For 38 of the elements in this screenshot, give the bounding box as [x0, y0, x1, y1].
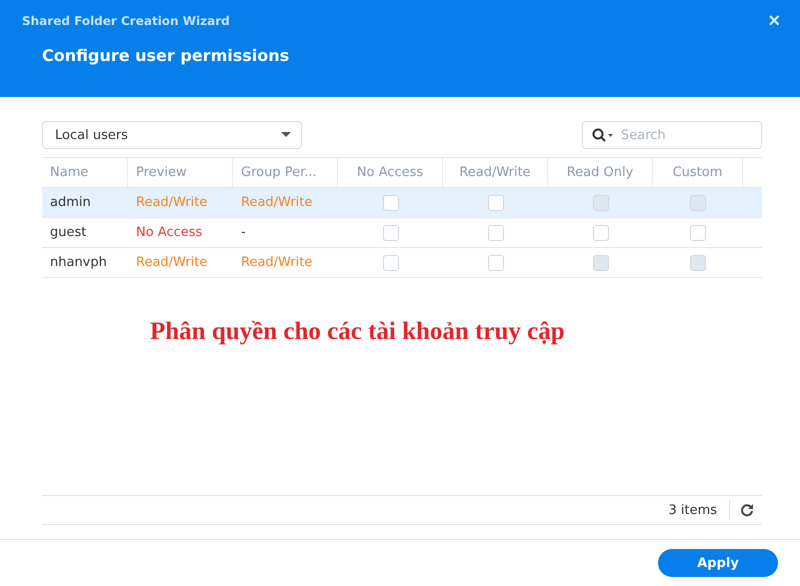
checkbox[interactable] — [690, 224, 706, 240]
column-header[interactable]: Name — [42, 158, 128, 187]
search-icon[interactable] — [592, 128, 614, 142]
close-button[interactable]: × — [768, 10, 780, 32]
user-name: guest — [50, 225, 86, 240]
user-name: admin — [50, 195, 91, 210]
checkbox[interactable] — [488, 194, 504, 210]
column-header[interactable]: Group Per... — [233, 158, 338, 187]
checkbox[interactable] — [382, 194, 398, 210]
table-row[interactable]: nhanvph Read/Write Read/Write — [42, 248, 762, 278]
window-title: Shared Folder Creation Wizard — [22, 14, 230, 28]
permission-text: - — [241, 225, 246, 240]
column-header[interactable]: Read Only — [548, 158, 653, 187]
user-type-dropdown[interactable]: Local users — [42, 121, 302, 149]
checkbox[interactable] — [592, 224, 608, 240]
apply-button[interactable]: Apply — [658, 549, 778, 577]
checkbox[interactable] — [488, 254, 504, 270]
checkbox[interactable] — [382, 254, 398, 270]
checkbox[interactable] — [488, 224, 504, 240]
permission-text: Read/Write — [241, 195, 312, 210]
table-row[interactable]: admin Read/Write Read/Write — [42, 188, 762, 218]
item-count: 3 items — [668, 502, 717, 518]
column-header[interactable]: Preview — [128, 158, 233, 187]
column-header[interactable]: Read/Write — [443, 158, 548, 187]
search-field[interactable]: Search — [582, 121, 762, 149]
page-title: Configure user permissions — [42, 46, 290, 65]
column-header[interactable]: Custom — [653, 158, 743, 187]
permission-text: Read/Write — [136, 195, 208, 210]
permission-text: No Access — [136, 225, 202, 240]
column-header[interactable]: No Access — [338, 158, 443, 187]
table-row[interactable]: guest No Access - — [42, 218, 762, 248]
refresh-icon — [740, 503, 754, 517]
checkbox[interactable] — [382, 224, 398, 240]
user-name: nhanvph — [50, 255, 107, 270]
permission-text: Read/Write — [241, 255, 312, 270]
annotation-text: Phân quyền cho các tài khoản truy cập — [150, 318, 565, 346]
permission-text: Read/Write — [136, 255, 208, 270]
caret-icon — [281, 132, 291, 138]
